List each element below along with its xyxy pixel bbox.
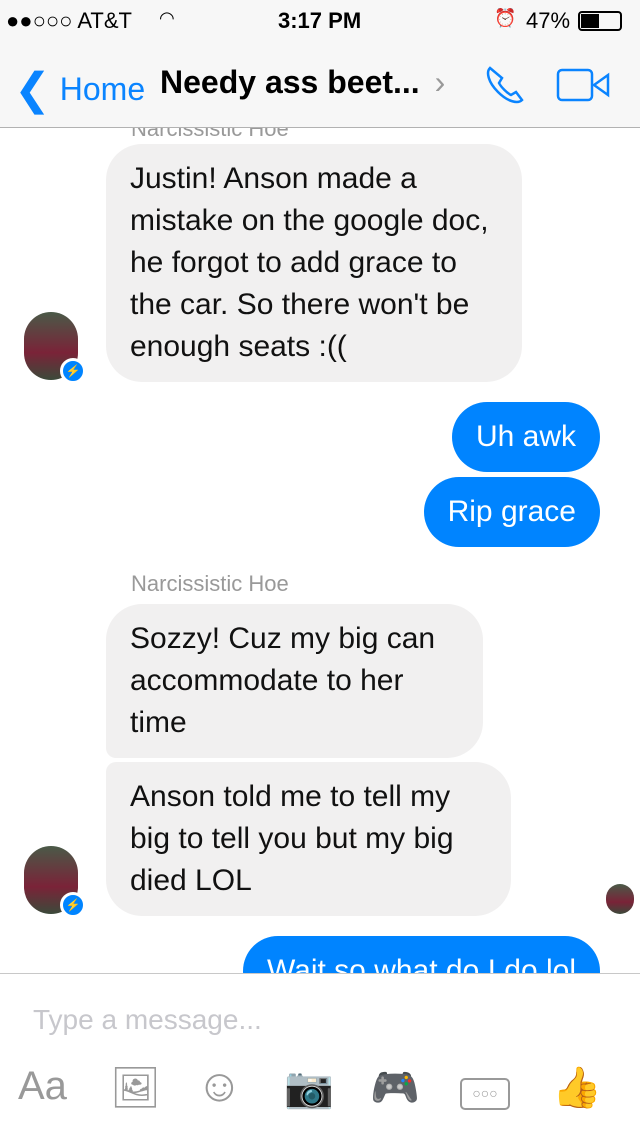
read-receipt-avatar (606, 884, 634, 914)
carrier: ●●○○○ AT&T (6, 8, 132, 33)
conversation-title[interactable]: Needy ass beet... › (160, 64, 445, 101)
text-format-button[interactable]: Aa (18, 1064, 67, 1114)
wifi-icon: ◠ (159, 8, 175, 28)
clock: 3:17 PM (278, 8, 362, 33)
message-input[interactable]: Type a message... (33, 1004, 262, 1036)
back-button[interactable]: ❮ Home (14, 60, 146, 114)
emoji-icon[interactable]: ☺ (196, 1058, 243, 1111)
message-bubble[interactable]: Rip grace (423, 477, 600, 547)
back-label: Home (59, 71, 146, 107)
more-options-icon[interactable]: ○○○ (460, 1078, 510, 1110)
message-bubble[interactable]: Anson told me to tell my big to tell you… (106, 762, 511, 916)
battery-icon (578, 11, 622, 31)
phone-icon[interactable] (482, 62, 528, 108)
messenger-badge-icon: ⚡ (60, 358, 86, 384)
avatar: ⚡ (24, 312, 86, 384)
gallery-icon[interactable]: 🖼 (110, 1064, 161, 1114)
messenger-badge-icon: ⚡ (60, 892, 86, 918)
sender-name: Narcissistic Hoe (131, 128, 289, 141)
message-bubble[interactable]: Sozzy! Cuz my big can accommodate to her… (106, 604, 483, 758)
camera-icon[interactable]: 📷 (284, 1064, 334, 1114)
alarm-icon: ⏰ (494, 8, 517, 28)
composer: Type a message... Aa 🖼 ☺ 📷 🎮 ○○○ 👍 (0, 973, 640, 1136)
like-thumbs-up-icon[interactable]: 👍 (552, 1064, 602, 1114)
nav-bar: ❮ Home Needy ass beet... › (0, 40, 640, 128)
status-bar: ●●○○○ AT&T ◠ 3:17 PM ⏰ 47% (0, 0, 640, 40)
game-controller-icon[interactable]: 🎮 (370, 1064, 420, 1114)
chevron-right-icon: › (434, 64, 446, 100)
avatar: ⚡ (24, 846, 86, 918)
title-text: Needy ass beet... (160, 64, 420, 100)
message-bubble[interactable]: Justin! Anson made a mistake on the goog… (106, 144, 522, 382)
video-call-icon[interactable] (556, 68, 612, 102)
message-bubble[interactable]: Wait so what do I do lol (242, 936, 600, 973)
chevron-left-icon: ❮ (14, 65, 51, 114)
battery-percent: 47% (526, 8, 571, 33)
message-list[interactable]: Narcissistic Hoe Justin! Anson made a mi… (0, 128, 640, 973)
message-bubble[interactable]: Uh awk (451, 402, 600, 472)
sender-name: Narcissistic Hoe (131, 571, 289, 596)
